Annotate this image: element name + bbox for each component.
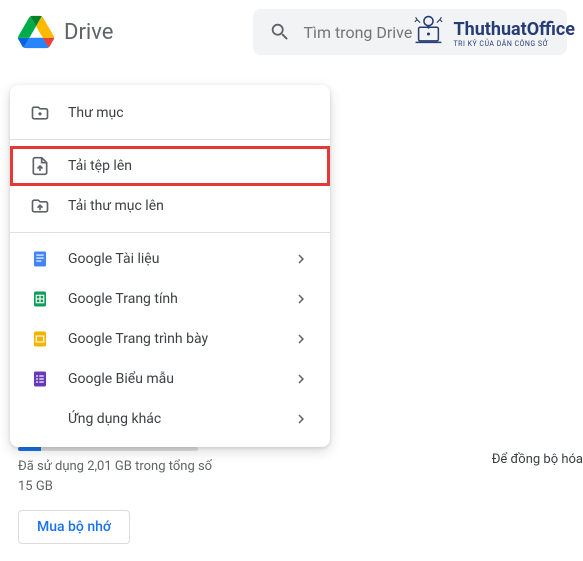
storage-progress-fill	[18, 447, 41, 451]
chevron-right-icon	[292, 290, 310, 308]
drive-logo-icon	[16, 12, 56, 52]
watermark: ThuthuatOffice TRI KỶ CỦA DÂN CÔNG SỞ	[411, 12, 575, 54]
menu-divider	[10, 139, 330, 140]
menu-divider	[10, 232, 330, 233]
menu-item-google-slides[interactable]: Google Trang trình bày	[10, 319, 330, 359]
menu-label: Google Trang trình bày	[68, 331, 274, 347]
folder-plus-icon	[30, 103, 50, 123]
folder-upload-icon	[30, 196, 50, 216]
menu-label: Google Trang tính	[68, 291, 274, 307]
menu-item-new-folder[interactable]: Thư mục	[10, 93, 330, 133]
chevron-right-icon	[292, 370, 310, 388]
storage-progress-bar	[18, 447, 198, 451]
docs-icon	[30, 249, 50, 269]
sheets-icon	[30, 289, 50, 309]
new-context-menu: Thư mục Tải tệp lên Tải thư mục lên Goog…	[10, 85, 330, 447]
menu-label: Google Tài liệu	[68, 251, 274, 267]
menu-item-more-apps[interactable]: Ứng dụng khác	[10, 399, 330, 439]
sync-text: Để đồng bộ hóa	[492, 452, 583, 467]
buy-storage-button[interactable]: Mua bộ nhớ	[18, 510, 130, 544]
watermark-title: ThuthuatOffice	[453, 19, 575, 40]
file-upload-icon	[30, 156, 50, 176]
menu-label: Thư mục	[68, 105, 310, 121]
menu-item-google-docs[interactable]: Google Tài liệu	[10, 239, 330, 279]
slides-icon	[30, 329, 50, 349]
storage-usage-text: Đã sử dụng 2,01 GB trong tổng số 15 GB	[18, 457, 218, 496]
forms-icon	[30, 369, 50, 389]
menu-label: Tải thư mục lên	[68, 198, 310, 214]
chevron-right-icon	[292, 410, 310, 428]
menu-item-google-forms[interactable]: Google Biểu mẫu	[10, 359, 330, 399]
menu-item-file-upload[interactable]: Tải tệp lên	[10, 146, 330, 186]
drive-logo-area[interactable]: Drive	[16, 12, 113, 52]
blank-icon	[30, 409, 50, 429]
menu-item-google-sheets[interactable]: Google Trang tính	[10, 279, 330, 319]
chevron-right-icon	[292, 330, 310, 348]
search-icon	[269, 21, 291, 43]
menu-label: Google Biểu mẫu	[68, 371, 274, 387]
menu-item-folder-upload[interactable]: Tải thư mục lên	[10, 186, 330, 226]
chevron-right-icon	[292, 250, 310, 268]
menu-label: Tải tệp lên	[68, 158, 310, 174]
menu-label: Ứng dụng khác	[68, 411, 274, 427]
app-title: Drive	[64, 20, 113, 45]
watermark-subtitle: TRI KỶ CỦA DÂN CÔNG SỞ	[453, 40, 575, 48]
